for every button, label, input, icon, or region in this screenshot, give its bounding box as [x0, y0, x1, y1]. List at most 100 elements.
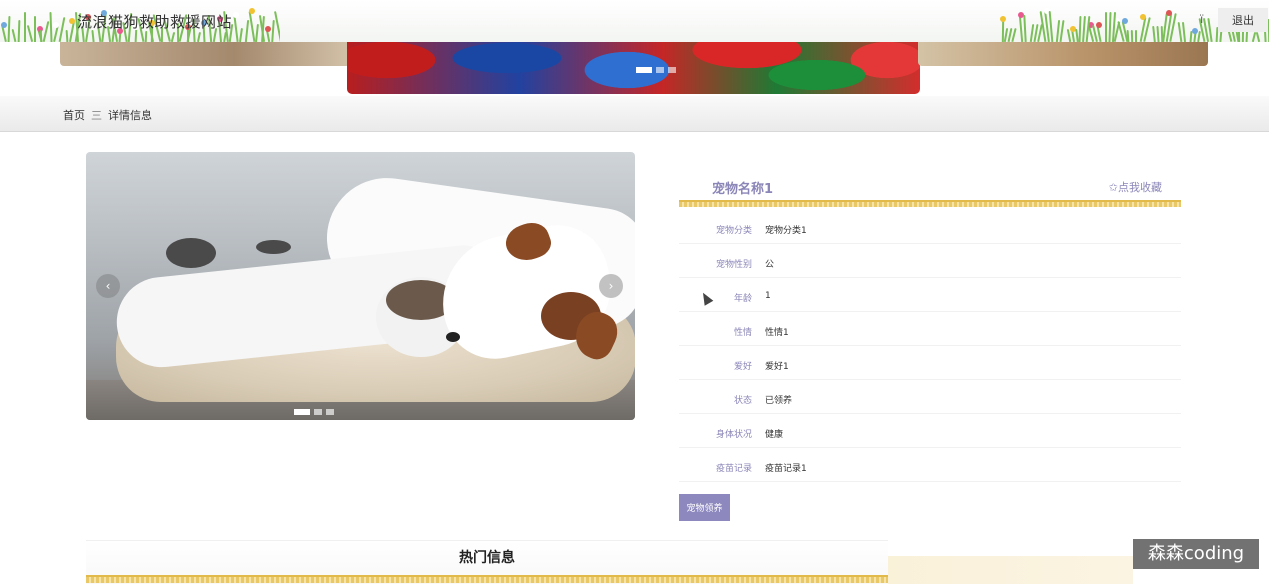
grass-blade [1156, 25, 1160, 42]
grass-blade [1152, 25, 1156, 42]
grass-blade [7, 15, 11, 42]
grass-blade [17, 19, 21, 42]
user-icon[interactable]: ï [1200, 12, 1203, 26]
grass-blade [255, 23, 259, 42]
detail-label: 性情 [733, 328, 752, 338]
carousel-prev-button[interactable]: ‹ [96, 274, 120, 298]
detail-row: 性情 性情1 [679, 312, 1181, 346]
grass-blade [196, 31, 202, 42]
detail-row: 状态 已领养 [679, 380, 1181, 414]
decorative-fringe [86, 575, 888, 583]
detail-value: 宠物分类1 [765, 226, 807, 236]
detail-value: 疫苗记录1 [765, 464, 807, 474]
grass-blade [244, 19, 250, 42]
detail-label: 状态 [733, 396, 752, 406]
detail-value: 健康 [765, 430, 784, 440]
grass-blade [170, 31, 176, 42]
grass-blade [24, 12, 26, 42]
grass-blade [58, 17, 66, 42]
grass-blade [11, 28, 17, 42]
grass-blade [1001, 18, 1005, 42]
banner-slide-current[interactable] [347, 40, 920, 94]
grass-flower [1, 22, 7, 28]
grass-blade [239, 27, 243, 42]
grass-blade [233, 14, 239, 42]
banner-slide-prev [60, 40, 350, 66]
detail-label: 宠物性别 [715, 260, 752, 270]
photo-dog-nose [446, 332, 460, 342]
favorite-button[interactable]: ✩点我收藏 [1109, 179, 1162, 195]
hot-info-section: 热门信息 [86, 540, 888, 584]
decorative-fringe [679, 200, 1181, 207]
pet-name: 宠物名称1 [712, 182, 774, 197]
banner-pagination [636, 67, 676, 73]
grass-blade [248, 11, 256, 42]
grass-blade [1197, 30, 1201, 42]
pet-image-carousel[interactable]: ‹ › [86, 152, 635, 420]
grass-blade [42, 21, 50, 42]
grass-blade [1255, 31, 1261, 42]
hot-info-title: 热门信息 [459, 550, 515, 566]
carousel-dot[interactable] [294, 409, 310, 415]
grass-flower [1122, 18, 1128, 24]
pet-detail-panel: 宠物名称1 ✩点我收藏 宠物分类 宠物分类1 宠物性别 公年龄 1 性情 性情1 爱好 爱好1 状… [679, 165, 1181, 482]
grass-blade [1181, 21, 1187, 42]
grass-blade [34, 16, 36, 42]
detail-label: 宠物分类 [715, 226, 752, 236]
grass-blade [1105, 12, 1107, 42]
grass-flower [265, 26, 271, 32]
carousel-dot[interactable] [314, 409, 322, 415]
carousel-dot[interactable] [326, 409, 334, 415]
grass-flower [53, 22, 59, 28]
banner-slide-next [918, 40, 1208, 66]
breadcrumb-bar: 首页 三 详情信息 [0, 96, 1269, 132]
grass-blade [1011, 27, 1017, 42]
grass-blade [271, 19, 275, 42]
grass-blade [1023, 14, 1027, 42]
detail-row: 疫苗记录 疫苗记录1 [679, 448, 1181, 482]
detail-value: 1 [765, 291, 771, 301]
banner-dot[interactable] [668, 67, 676, 73]
detail-value: 已领养 [765, 396, 793, 406]
grass-blade [26, 25, 34, 42]
breadcrumb-current: 详情信息 [108, 109, 152, 122]
carousel-next-button[interactable]: › [599, 274, 623, 298]
detail-row: 宠物性别 公 [679, 244, 1181, 278]
photo-cat-patch [166, 238, 216, 268]
breadcrumb-separator: 三 [91, 109, 102, 122]
banner-dot[interactable] [636, 67, 652, 73]
grass-blade [144, 30, 148, 42]
detail-row: 身体状况 健康 [679, 414, 1181, 448]
banner-carousel [0, 40, 1269, 96]
watermark: 森森coding [1133, 539, 1259, 569]
grass-flower [1192, 28, 1198, 34]
detail-label: 年龄 [733, 294, 752, 304]
page: 流浪猫狗救助救援网站 ï 退出 首页 三 详情信息 ‹ › 宠物名称1 ✩点我收… [0, 0, 1269, 584]
hot-section-fade [888, 556, 1133, 584]
grass-flower [1166, 10, 1172, 16]
top-header: 流浪猫狗救助救援网站 ï 退出 [0, 0, 1269, 42]
grass-blade [1059, 19, 1065, 42]
detail-value: 爱好1 [765, 362, 789, 372]
grass-blade [274, 11, 280, 42]
detail-row: 宠物分类 宠物分类1 [679, 210, 1181, 244]
grass-flower [69, 18, 75, 24]
grass-blade [49, 11, 53, 42]
photo-cat-patch [256, 240, 291, 254]
site-title: 流浪猫狗救助救援网站 [77, 13, 233, 31]
detail-header: 宠物名称1 ✩点我收藏 [679, 165, 1181, 207]
carousel-pagination [294, 409, 334, 415]
grass-blade [1135, 30, 1137, 42]
logout-button[interactable]: 退出 [1218, 8, 1268, 32]
detail-field-list: 宠物分类 宠物分类1 宠物性别 公年龄 1 性情 性情1 爱好 爱好1 状态 已领养 身体状况 健康 疫苗… [679, 210, 1181, 482]
detail-row: 爱好 爱好1 [679, 346, 1181, 380]
grass-flower [1096, 22, 1102, 28]
detail-label: 爱好 [733, 362, 752, 372]
breadcrumb-home[interactable]: 首页 [63, 107, 85, 123]
detail-value: 性情1 [765, 328, 789, 338]
detail-label: 疫苗记录 [715, 464, 752, 474]
grass-flower [1140, 14, 1146, 20]
grass-blade [1108, 11, 1112, 42]
banner-dot[interactable] [656, 67, 664, 73]
adopt-button[interactable]: 宠物领养 [679, 494, 730, 521]
